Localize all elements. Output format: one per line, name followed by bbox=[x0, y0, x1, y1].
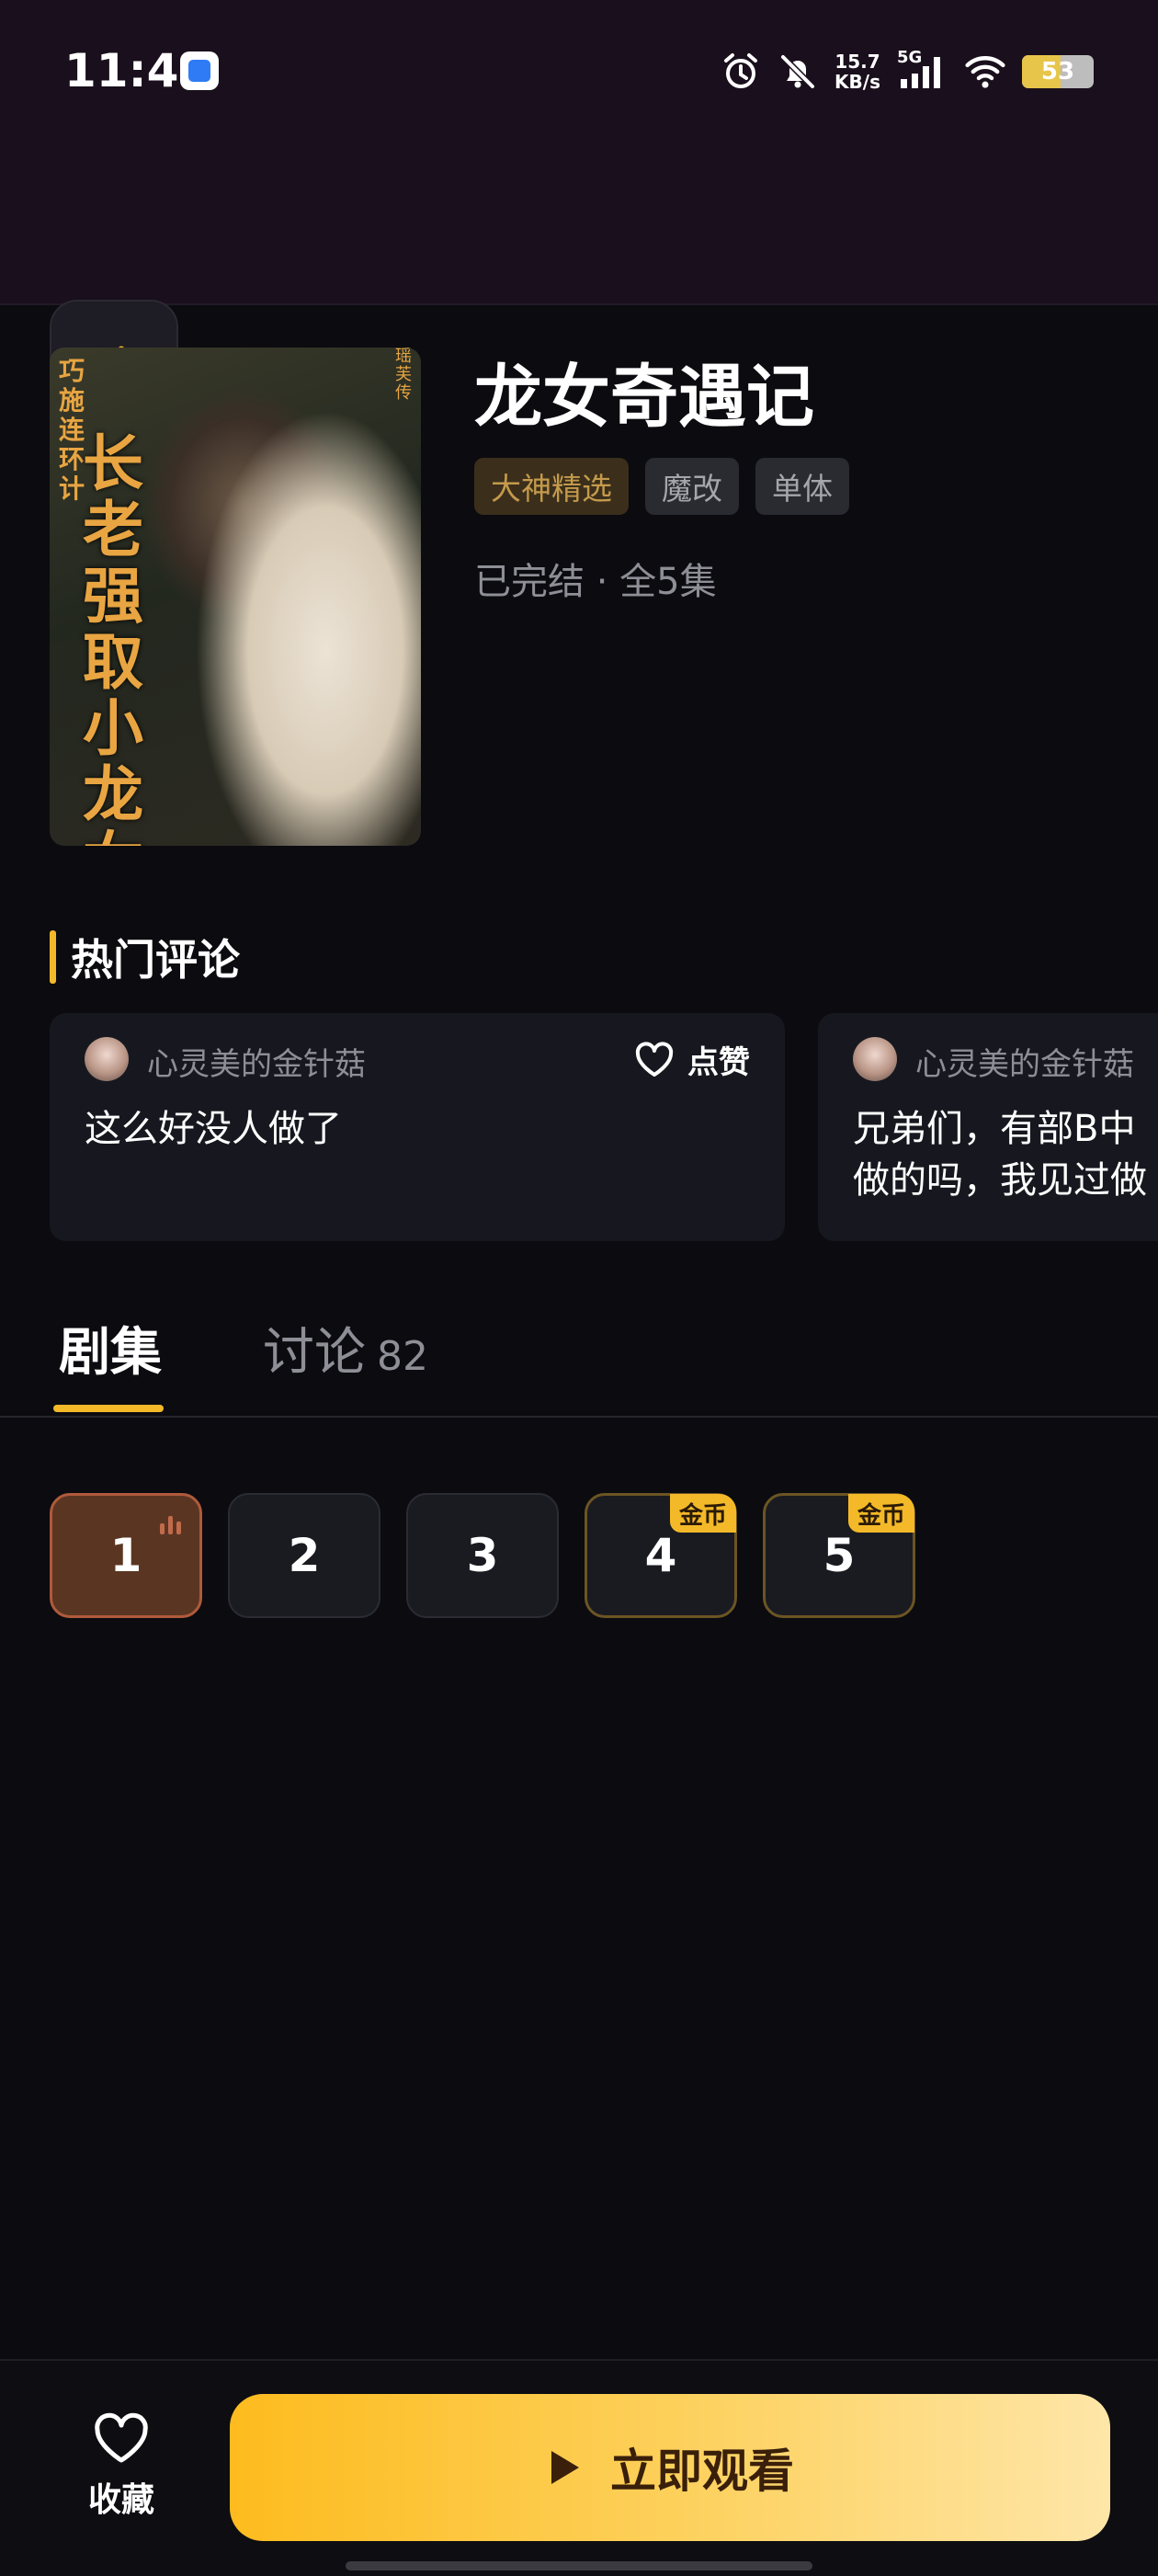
tag-featured[interactable]: 大神精选 bbox=[474, 458, 629, 515]
episode-number: 3 bbox=[466, 1529, 499, 1582]
poster-headline: 长老强取小龙女 bbox=[83, 427, 143, 846]
episode-button-5[interactable]: 5 金币 bbox=[763, 1493, 915, 1618]
comment-username: 心灵美的金针菇 bbox=[147, 1046, 366, 1083]
coin-badge: 金币 bbox=[669, 1494, 736, 1533]
episode-number: 1 bbox=[109, 1529, 142, 1582]
favorite-label: 收藏 bbox=[87, 2481, 154, 2519]
episode-button-2[interactable]: 2 bbox=[228, 1493, 380, 1618]
app-notification-icon bbox=[180, 51, 219, 90]
top-bar bbox=[0, 147, 1158, 428]
tag-genre[interactable]: 魔改 bbox=[645, 458, 739, 515]
episode-button-3[interactable]: 3 bbox=[406, 1493, 559, 1618]
status-bar: 11:41 15.7 KB/s 5G 53 bbox=[0, 0, 1158, 147]
wifi-icon bbox=[965, 51, 1005, 92]
show-title: 龙女奇遇记 bbox=[474, 358, 814, 437]
play-icon bbox=[551, 2451, 579, 2484]
episode-number: 2 bbox=[288, 1529, 321, 1582]
show-meta: 已完结 · 全5集 bbox=[474, 561, 717, 603]
discussion-count: 82 bbox=[377, 1333, 428, 1380]
like-label: 点赞 bbox=[687, 1044, 750, 1081]
heart-icon bbox=[95, 2412, 148, 2463]
section-accent-bar bbox=[50, 930, 56, 984]
show-poster: 巧施连环计 长老强取小龙女 瑶芙传 bbox=[50, 348, 421, 846]
net-speed: 15.7 KB/s bbox=[834, 51, 880, 92]
content-tabs: 剧集 讨论 82 bbox=[0, 1287, 1158, 1418]
episode-button-4[interactable]: 4 金币 bbox=[585, 1493, 737, 1618]
active-tab-indicator bbox=[53, 1405, 164, 1412]
show-tags: 大神精选 魔改 单体 bbox=[474, 458, 849, 515]
like-button[interactable]: 点赞 bbox=[634, 1037, 750, 1082]
heart-icon bbox=[635, 1041, 674, 1077]
net-speed-unit: KB/s bbox=[834, 71, 880, 93]
comment-text: 这么好没人做了 bbox=[85, 1108, 342, 1150]
battery-indicator: 53 bbox=[1022, 55, 1094, 88]
cellular-signal-icon: 5G bbox=[897, 48, 948, 92]
network-type: 5G bbox=[897, 48, 923, 67]
comment-card[interactable]: 心灵美的金针菇 兄弟们，有部B中 做的吗，我见过做 bbox=[818, 1013, 1158, 1241]
avatar bbox=[85, 1037, 129, 1081]
avatar bbox=[853, 1037, 897, 1081]
net-speed-value: 15.7 bbox=[834, 51, 880, 73]
comment-username: 心灵美的金针菇 bbox=[915, 1046, 1134, 1083]
tab-episodes[interactable]: 剧集 bbox=[59, 1311, 162, 1385]
comments-carousel[interactable]: 心灵美的金针菇 点赞 这么好没人做了 心灵美的金针菇 兄弟们，有部B中 做的吗，… bbox=[50, 1013, 1158, 1243]
tab-discussion[interactable]: 讨论 82 bbox=[263, 1311, 428, 1385]
comment-text: 兄弟们，有部B中 做的吗，我见过做 bbox=[853, 1108, 1147, 1202]
coin-badge: 金币 bbox=[847, 1494, 914, 1533]
battery-level: 53 bbox=[1040, 58, 1075, 85]
status-icons: 15.7 KB/s 5G 53 bbox=[721, 44, 1094, 99]
watch-now-button[interactable]: 立即观看 bbox=[230, 2394, 1110, 2541]
favorite-button[interactable]: 收藏 bbox=[64, 2412, 178, 2521]
tag-type[interactable]: 单体 bbox=[755, 458, 849, 515]
poster-corner-text: 瑶芙传 bbox=[395, 348, 412, 403]
home-indicator[interactable] bbox=[346, 2561, 812, 2570]
hot-comments-header: 热门评论 bbox=[50, 929, 240, 986]
mute-bell-icon bbox=[778, 51, 818, 92]
alarm-icon bbox=[721, 51, 761, 92]
episode-button-1[interactable]: 1 bbox=[50, 1493, 202, 1618]
hot-comments-title: 热门评论 bbox=[71, 935, 240, 985]
watch-now-label: 立即观看 bbox=[610, 2445, 794, 2498]
episode-number: 5 bbox=[823, 1529, 856, 1582]
now-playing-icon bbox=[160, 1514, 181, 1534]
episode-number: 4 bbox=[644, 1529, 677, 1582]
episode-grid: 1 2 3 4 金币 5 金币 bbox=[50, 1493, 915, 1618]
tab-discussion-label: 讨论 bbox=[263, 1323, 366, 1383]
comment-card[interactable]: 心灵美的金针菇 点赞 这么好没人做了 bbox=[50, 1013, 785, 1241]
